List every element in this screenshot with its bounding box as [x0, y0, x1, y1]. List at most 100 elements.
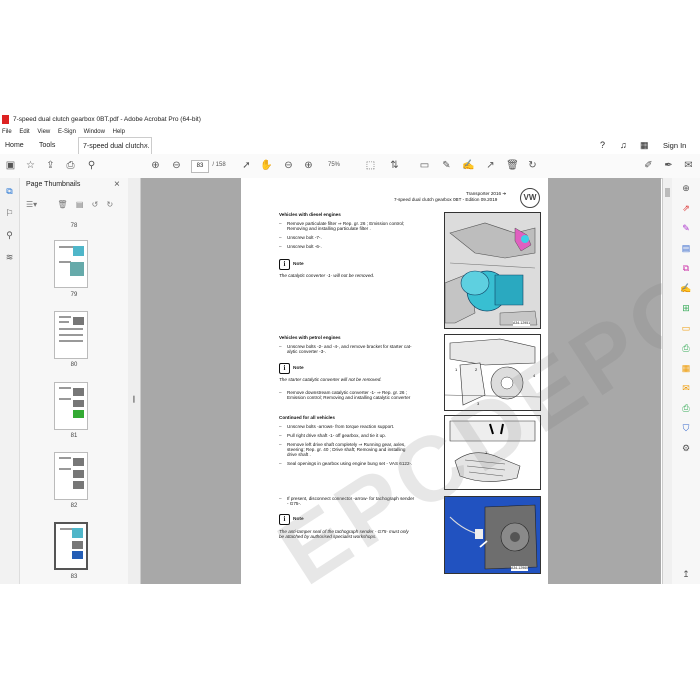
- scrollbar-thumb[interactable]: [665, 188, 670, 197]
- thumb-label-79: 79: [70, 292, 78, 298]
- figure-diesel-exhaust: A34-12951: [444, 212, 541, 329]
- note-info-icon: i: [279, 259, 290, 270]
- note-info-icon: i: [279, 363, 290, 374]
- sec3-item-3c: drive shaft .: [287, 452, 311, 457]
- thumb-page-81[interactable]: [54, 382, 88, 430]
- rotate-icon[interactable]: ↻: [526, 159, 539, 172]
- fit-page-icon[interactable]: ⬚: [364, 159, 377, 172]
- sec1-item-3: Unscrew bolt -6-.: [287, 244, 322, 249]
- zoom-in-icon[interactable]: ⊕: [302, 159, 315, 172]
- print-icon[interactable]: ⎙: [64, 159, 77, 172]
- options-icon[interactable]: ☰▾: [26, 200, 37, 209]
- menu-view[interactable]: View: [37, 129, 50, 135]
- layers-icon[interactable]: ≋: [4, 252, 15, 263]
- collapse-panel-icon[interactable]: ❙: [131, 395, 137, 403]
- highlight-pen-icon[interactable]: ✎: [440, 159, 453, 172]
- comment-tool-icon[interactable]: ▭: [680, 322, 692, 334]
- page-thumbnails-panel: Page Thumbnails × ☰▾ 🗑 ▤ ↺ ↻ 78 79 80 81: [20, 178, 129, 584]
- acrobat-icon: [2, 115, 9, 124]
- panel-splitter[interactable]: ❙: [128, 178, 141, 584]
- edit-pen-icon[interactable]: ✐: [642, 159, 655, 172]
- delete-icon[interactable]: 🗑: [506, 159, 519, 172]
- page-number-input[interactable]: 83: [191, 160, 209, 173]
- search-icon[interactable]: ⚲: [85, 159, 98, 172]
- email-icon[interactable]: ✉: [682, 159, 695, 172]
- svg-text:4: 4: [533, 373, 536, 378]
- menu-esign[interactable]: E-Sign: [58, 129, 76, 135]
- attachments-icon[interactable]: ⚲: [4, 230, 15, 241]
- expand-pane-icon[interactable]: ↥: [680, 568, 692, 580]
- thumb-label-83: 83: [70, 574, 78, 580]
- thumb-delete-icon[interactable]: 🗑: [57, 200, 67, 209]
- send-signature-icon[interactable]: ✒: [662, 159, 675, 172]
- fill-sign-icon[interactable]: ✍: [680, 282, 692, 294]
- thumb-page-83-selected[interactable]: [54, 522, 88, 570]
- menu-help[interactable]: Help: [113, 129, 125, 135]
- scroll-mode-icon[interactable]: ⇅: [388, 159, 401, 172]
- figure-drive-shaft: 1: [444, 415, 541, 490]
- note-1-text: The catalytic converter -1- will not be …: [279, 273, 375, 278]
- tab-tools[interactable]: Tools: [39, 137, 55, 154]
- bookmark-star-icon[interactable]: ☆: [24, 159, 37, 172]
- bell-icon[interactable]: ♫: [620, 137, 627, 154]
- menu-window[interactable]: Window: [84, 129, 105, 135]
- window-title: 7-speed dual clutch gearbox 0BT.pdf - Ad…: [13, 116, 201, 123]
- thumb-label-81: 81: [70, 433, 78, 439]
- thumb-page-80[interactable]: [54, 311, 88, 359]
- export-pdf-icon[interactable]: ⇗: [680, 202, 692, 214]
- sec3-title: Continued for all vehicles: [279, 415, 335, 420]
- comment-icon[interactable]: ▭: [418, 159, 431, 172]
- hand-tool-icon[interactable]: ✋: [260, 159, 273, 172]
- sec1-item-2: Unscrew bolt -7-.: [287, 235, 322, 240]
- sec3-item-1: Unscrew bolts -arrows- from torque react…: [287, 424, 395, 429]
- page-up-icon[interactable]: ⊕: [149, 159, 162, 172]
- zoom-level-select[interactable]: 75%: [322, 159, 346, 172]
- thumb-label-82: 82: [70, 503, 78, 509]
- right-tools-rail: ⊕ ⇗ ✎ ▤ ⧉ ✍ ⊞ ▭ ⎙ ▦ ✉ ⎙ ⛉ ⚙ ↥: [672, 178, 700, 584]
- share-icon[interactable]: ↗: [484, 159, 497, 172]
- zoom-search-icon[interactable]: ⊕: [680, 182, 692, 194]
- sign-icon[interactable]: ✍: [462, 159, 475, 172]
- document-viewport[interactable]: Transporter 2016 ➜ 7-speed dual clutch g…: [141, 79, 700, 604]
- note-label: Note: [293, 262, 304, 267]
- tab-home[interactable]: Home: [5, 137, 24, 154]
- upload-icon[interactable]: ⇪: [44, 159, 57, 172]
- edit-pdf-icon[interactable]: ✎: [680, 222, 692, 234]
- zoom-out-icon[interactable]: ⊖: [282, 159, 295, 172]
- scan-icon[interactable]: ⎙: [680, 342, 692, 354]
- main-toolbar: ▣ ☆ ⇪ ⎙ ⚲ ⊕ ⊖ 83 / 158 ➚ ✋ ⊖ ⊕ 75% ⬚ ⇅ ▭…: [0, 154, 700, 179]
- more-tools-icon[interactable]: ⚙: [680, 442, 692, 454]
- save-icon[interactable]: ▣: [4, 159, 17, 172]
- help-icon[interactable]: ?: [600, 137, 605, 154]
- thumb-redo-icon[interactable]: ↻: [107, 200, 114, 209]
- close-panel-icon[interactable]: ×: [114, 179, 120, 190]
- print-production-icon[interactable]: ⎙: [680, 402, 692, 414]
- title-bar: 7-speed dual clutch gearbox 0BT.pdf - Ad…: [0, 112, 700, 127]
- stamp-icon[interactable]: ▦: [680, 362, 692, 374]
- combine-files-icon[interactable]: ⧉: [680, 262, 692, 274]
- thumb-page-82[interactable]: [54, 452, 88, 500]
- thumbnail-toolbar: ☰▾ 🗑 ▤ ↺ ↻: [26, 200, 126, 212]
- note-label: Note: [293, 366, 304, 371]
- thumb-label-80: 80: [70, 362, 78, 368]
- annotate-icon[interactable]: ✉: [680, 382, 692, 394]
- bookmarks-icon[interactable]: ⚐: [4, 208, 15, 219]
- protect-icon[interactable]: ⛉: [680, 422, 692, 434]
- menu-file[interactable]: File: [2, 129, 12, 135]
- note-3-text-b: be attached by authorised specialist wor…: [279, 534, 377, 539]
- close-tab-icon[interactable]: ×: [144, 138, 148, 155]
- page-down-icon[interactable]: ⊖: [170, 159, 183, 172]
- tab-document[interactable]: 7-speed dual clutch... ×: [78, 137, 152, 154]
- sign-in-button[interactable]: Sign In: [663, 137, 686, 154]
- vertical-scrollbar[interactable]: [662, 178, 672, 584]
- select-cursor-icon[interactable]: ➚: [240, 159, 253, 172]
- thumb-insert-icon[interactable]: ▤: [76, 200, 84, 209]
- apps-grid-icon[interactable]: ▦: [640, 137, 649, 154]
- organize-pages-icon[interactable]: ⊞: [680, 302, 692, 314]
- fig4-id: A34-12960: [511, 566, 529, 572]
- thumb-page-79[interactable]: [54, 240, 88, 288]
- create-pdf-icon[interactable]: ▤: [680, 242, 692, 254]
- menu-edit[interactable]: Edit: [19, 129, 29, 135]
- page-thumbnails-icon[interactable]: ⧉: [4, 186, 15, 197]
- thumb-undo-icon[interactable]: ↺: [92, 200, 99, 209]
